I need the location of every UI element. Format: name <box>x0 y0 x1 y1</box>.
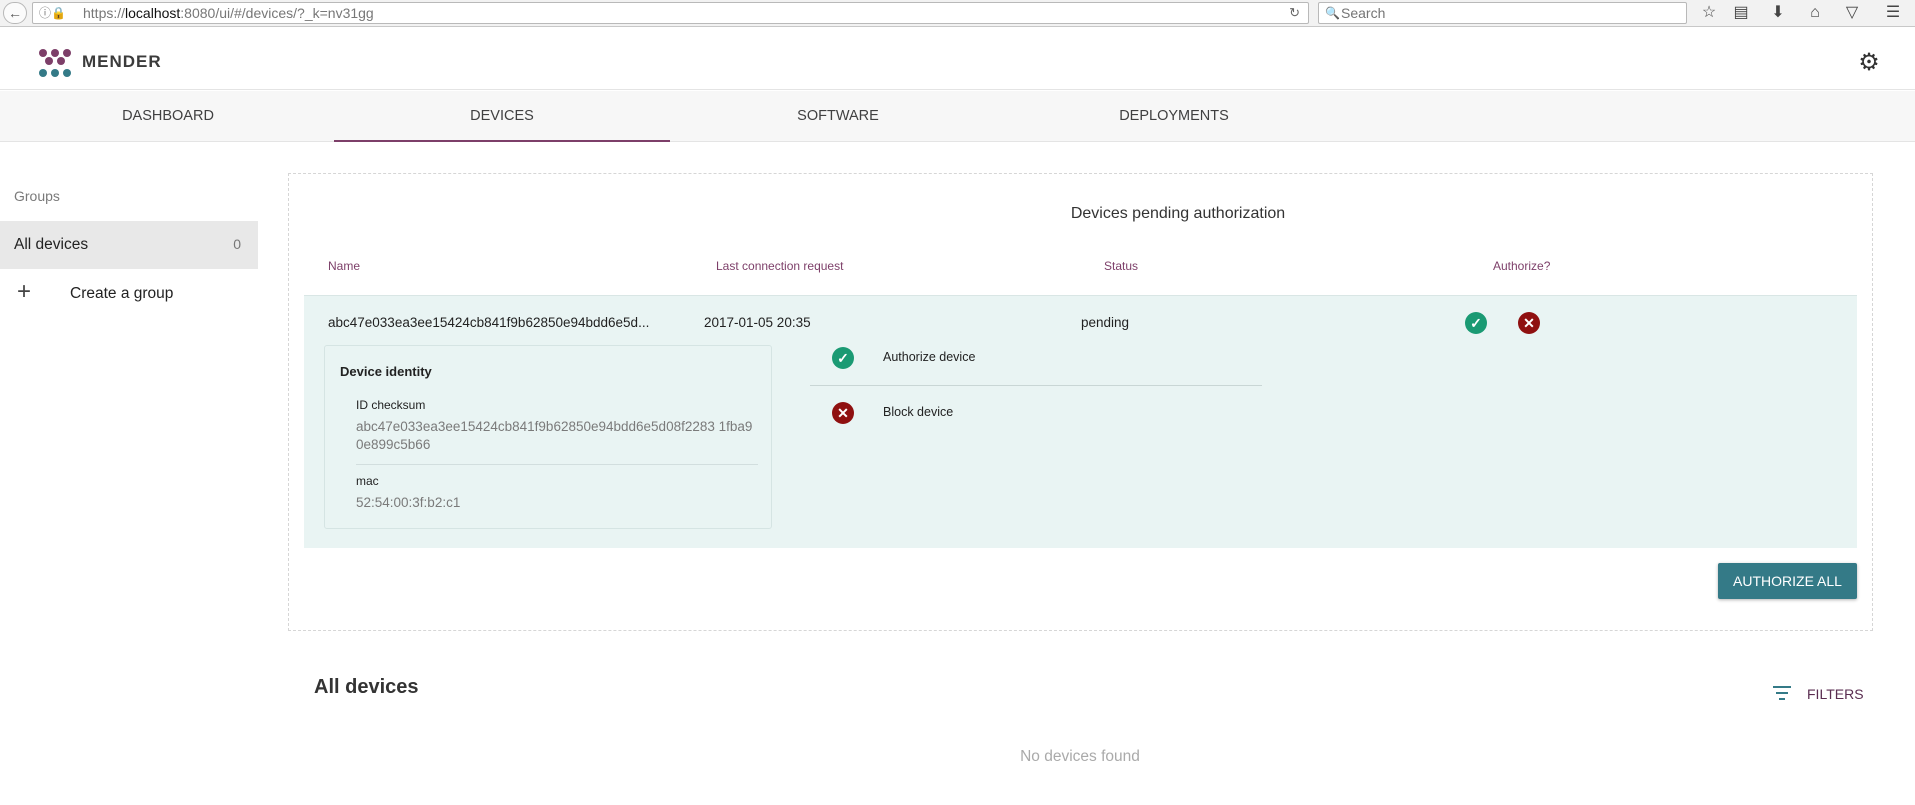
attribute-name: mac <box>356 474 379 488</box>
block-device-label: Block device <box>883 405 954 419</box>
filter-icon <box>1772 686 1792 702</box>
groups-heading: Groups <box>14 188 60 204</box>
group-item-all-devices[interactable]: All devices 0 <box>0 221 258 269</box>
pending-title: Devices pending authorization <box>1070 205 1286 222</box>
settings-gear-icon[interactable]: ⚙ <box>1856 50 1882 76</box>
create-group-label: Create a group <box>70 285 174 302</box>
create-group-button[interactable]: + Create a group <box>0 280 258 310</box>
attribute-value: abc47e033ea3ee15424cb841f9b62850e94bdd6e… <box>356 419 753 452</box>
authorize-check-icon[interactable]: ✓ <box>1465 312 1487 334</box>
app-header: MENDER ⚙ <box>0 28 1915 90</box>
all-devices-heading: All devices <box>314 676 419 698</box>
pending-authorization-panel: Devices pending authorization Name Last … <box>288 173 1873 631</box>
tab-deployments[interactable]: DEPLOYMENTS <box>1006 91 1342 142</box>
pocket-icon[interactable]: ▽ <box>1841 3 1863 23</box>
back-arrow-icon[interactable]: ← <box>3 2 27 24</box>
block-device-action[interactable]: ✕ Block device <box>810 388 1262 440</box>
authorize-all-button[interactable]: AUTHORIZE ALL <box>1718 563 1857 599</box>
mender-logo-icon <box>39 49 71 77</box>
divider <box>356 464 758 465</box>
logo-text: MENDER <box>82 52 162 71</box>
authorize-device-action[interactable]: ✓ Authorize device <box>810 333 1262 385</box>
device-last-connection: 2017-01-05 20:35 <box>704 315 811 330</box>
divider <box>810 385 1262 386</box>
group-item-label: All devices <box>14 236 89 253</box>
authorize-check-icon: ✓ <box>832 347 854 369</box>
site-info-icon[interactable]: ⓘ🔒 <box>39 3 66 23</box>
attribute-value: 52:54:00:3f:b2:c1 <box>356 495 461 510</box>
device-status: pending <box>1081 315 1130 330</box>
device-identity-card: Device identity ID checksum abc47e033ea3… <box>324 345 772 529</box>
reload-icon[interactable]: ↻ <box>1289 3 1300 23</box>
identity-title: Device identity <box>340 364 432 379</box>
url-bar[interactable]: ⓘ🔒 https://localhost:8080/ui/#/devices/?… <box>32 2 1309 24</box>
tab-devices[interactable]: DEVICES <box>334 91 670 142</box>
bookmark-star-icon[interactable]: ☆ <box>1698 3 1720 23</box>
column-header-last-connection[interactable]: Last connection request <box>716 259 843 273</box>
hamburger-menu-icon[interactable]: ☰ <box>1882 3 1904 23</box>
filters-label: FILTERS <box>1807 686 1864 702</box>
tab-software[interactable]: SOFTWARE <box>670 91 1006 142</box>
column-header-name[interactable]: Name <box>328 259 360 273</box>
pending-device-row[interactable]: abc47e033ea3ee15424cb841f9b62850e94bdd6e… <box>304 295 1857 548</box>
tab-dashboard[interactable]: DASHBOARD <box>0 91 336 142</box>
download-icon[interactable]: ⬇ <box>1767 3 1789 23</box>
column-header-authorize: Authorize? <box>1493 259 1551 273</box>
empty-state-text: No devices found <box>1020 748 1140 765</box>
browser-search-box[interactable]: 🔍 <box>1318 2 1687 24</box>
home-icon[interactable]: ⌂ <box>1804 3 1826 23</box>
reject-x-icon[interactable]: ✕ <box>1518 312 1540 334</box>
url-text: https://localhost:8080/ui/#/devices/?_k=… <box>83 5 374 21</box>
column-header-status[interactable]: Status <box>1104 259 1138 273</box>
block-x-icon: ✕ <box>832 402 854 424</box>
group-item-count: 0 <box>233 236 241 252</box>
main-tabs: DASHBOARD DEVICES SOFTWARE DEPLOYMENTS <box>0 91 1915 142</box>
authorize-device-label: Authorize device <box>883 350 976 364</box>
attribute-name: ID checksum <box>356 398 426 412</box>
reading-list-icon[interactable]: ▤ <box>1730 3 1752 23</box>
browser-toolbar: ← ⓘ🔒 https://localhost:8080/ui/#/devices… <box>0 0 1915 27</box>
plus-icon: + <box>17 278 32 305</box>
device-name: abc47e033ea3ee15424cb841f9b62850e94bdd6e… <box>328 315 650 330</box>
search-icon: 🔍 <box>1325 6 1340 20</box>
browser-search-input[interactable] <box>1341 4 1671 22</box>
